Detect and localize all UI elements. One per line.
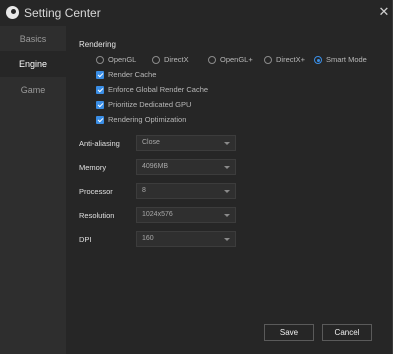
engine-settings-panel: Rendering OpenGL DirectX OpenGL+ DirectX…	[66, 26, 392, 354]
select-value: Close	[142, 139, 160, 146]
radio-label: DirectX	[164, 55, 189, 64]
app-logo-icon	[6, 6, 19, 19]
settings-window: Setting Center ✕ Basics Engine Game Rend…	[0, 0, 393, 354]
checkbox-checked-icon	[96, 101, 104, 109]
rendering-section-title: Rendering	[79, 40, 116, 49]
radio-circle	[208, 56, 216, 64]
memory-select[interactable]: 4096MB	[136, 159, 236, 175]
chevron-down-icon	[224, 238, 230, 241]
render-mode-group: OpenGL DirectX OpenGL+ DirectX+ Smart Mo…	[66, 55, 392, 67]
processor-label: Processor	[79, 187, 113, 196]
radio-label: Smart Mode	[326, 55, 367, 64]
dpi-label: DPI	[79, 235, 92, 244]
radio-circle	[152, 56, 160, 64]
select-value: 4096MB	[142, 163, 169, 170]
chevron-down-icon	[224, 190, 230, 193]
radio-label: OpenGL+	[220, 55, 253, 64]
checkbox-label: Enforce Global Render Cache	[108, 85, 209, 94]
chevron-down-icon	[224, 214, 230, 217]
sidebar-item-game[interactable]: Game	[0, 77, 66, 103]
resolution-select[interactable]: 1024x576	[136, 207, 236, 223]
chevron-down-icon	[224, 142, 230, 145]
memory-label: Memory	[79, 163, 107, 172]
checkbox-label: Render Cache	[108, 70, 157, 79]
radio-circle	[314, 56, 322, 64]
radio-circle	[96, 56, 104, 64]
sidebar: Basics Engine Game	[0, 26, 66, 354]
checkbox-checked-icon	[96, 71, 104, 79]
dpi-select[interactable]: 160	[136, 231, 236, 247]
anti-aliasing-select[interactable]: Close	[136, 135, 236, 151]
sidebar-item-basics[interactable]: Basics	[0, 26, 66, 52]
checkbox-checked-icon	[96, 86, 104, 94]
window-title: Setting Center	[24, 6, 101, 20]
checkbox-label: Prioritize Dedicated GPU	[108, 100, 192, 109]
chevron-down-icon	[224, 166, 230, 169]
radio-label: DirectX+	[276, 55, 305, 64]
close-icon[interactable]: ✕	[376, 3, 392, 21]
processor-select[interactable]: 8	[136, 183, 236, 199]
anti-aliasing-label: Anti-aliasing	[79, 139, 120, 148]
radio-label: OpenGL	[108, 55, 137, 64]
save-button[interactable]: Save	[264, 324, 314, 341]
radio-circle	[264, 56, 272, 64]
select-value: 8	[142, 187, 146, 194]
checkbox-checked-icon	[96, 116, 104, 124]
select-value: 1024x576	[142, 211, 173, 218]
select-value: 160	[142, 235, 154, 242]
checkbox-label: Rendering Optimization	[108, 115, 187, 124]
resolution-label: Resolution	[79, 211, 115, 220]
cancel-button[interactable]: Cancel	[322, 324, 372, 341]
title-bar: Setting Center ✕	[0, 0, 392, 26]
sidebar-item-engine[interactable]: Engine	[0, 51, 66, 77]
